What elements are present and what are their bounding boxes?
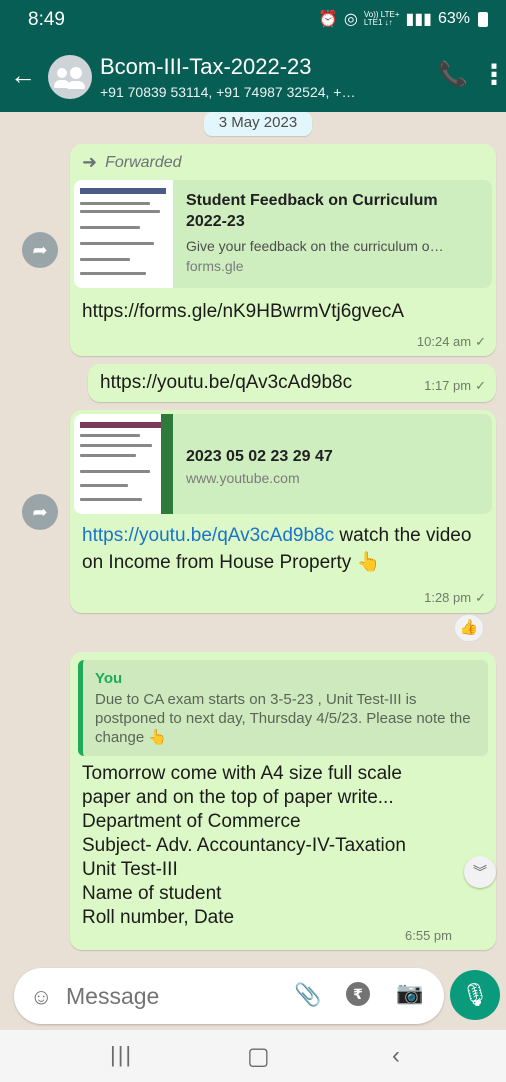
sent-check-icon: ✓ <box>475 334 486 349</box>
message-link[interactable]: https://youtu.be/qAv3cAd9b8c <box>100 369 352 396</box>
message-bubble[interactable]: https://youtu.be/qAv3cAd9b8c 1:17 pm ✓ <box>88 364 496 402</box>
message-line: Subject- Adv. Accountancy-IV-Taxation <box>82 835 406 856</box>
preview-thumbnail <box>74 414 174 514</box>
message-time: 6:55 pm <box>405 928 452 943</box>
forward-button[interactable]: ➦ <box>22 494 58 530</box>
status-bar: 8:49 ⏰ ◎ Vo)) LTE+ LTE1 ↓↑ ▮▮▮ 63% <box>0 0 506 40</box>
camera-icon[interactable]: 📷 <box>396 980 423 1006</box>
hotspot-icon: ◎ <box>343 11 358 28</box>
link-preview[interactable]: 2023 05 02 23 29 47 www.youtube.com <box>74 414 492 514</box>
message-line: Roll number, Date <box>82 907 235 928</box>
network-label: Vo)) LTE+ LTE1 ↓↑ <box>363 10 400 27</box>
message-time: 1:17 pm ✓ <box>424 378 486 393</box>
preview-domain: www.youtube.com <box>186 470 300 486</box>
preview-description: Give your feedback on the curriculum o… <box>186 238 444 254</box>
more-options-icon[interactable]: ⋮ <box>480 58 506 91</box>
message-line: Unit Test-III <box>82 859 178 880</box>
back-button[interactable]: ‹ <box>392 1042 400 1070</box>
message-input[interactable] <box>66 978 276 1014</box>
preview-domain: forms.gle <box>186 258 244 274</box>
message-text: Tomorrow come with A4 size full scale pa… <box>82 762 482 930</box>
forwarded-label: ➜ Forwarded <box>82 152 182 172</box>
message-bubble[interactable]: 2023 05 02 23 29 47 www.youtube.com http… <box>70 410 496 613</box>
home-button[interactable]: ▢ <box>247 1042 270 1071</box>
preview-thumbnail <box>74 180 174 288</box>
chat-title[interactable]: Bcom-III-Tax-2022-23 <box>100 54 312 80</box>
emoji-icon[interactable]: ☺ <box>30 984 52 1010</box>
preview-title: Student Feedback on Curriculum 2022-23 <box>186 192 438 230</box>
status-icons: ⏰ ◎ Vo)) LTE+ LTE1 ↓↑ ▮▮▮ 63% <box>318 9 488 29</box>
message-text: https://youtu.be/qAv3cAd9b8c watch the v… <box>82 525 472 573</box>
preview-title: 2023 05 02 23 29 47 <box>186 448 333 465</box>
sent-check-icon: ✓ <box>475 378 486 393</box>
message-composer: ☺ 📎 ₹ 📷 <box>14 968 444 1024</box>
message-line: Tomorrow come with A4 size full scale <box>82 763 402 784</box>
microphone-icon: 🎙 <box>461 982 489 1007</box>
message-time: 10:24 am ✓ <box>416 334 486 349</box>
recent-apps-button[interactable]: ||| <box>110 1042 133 1068</box>
forwarded-arrow-icon: ➜ <box>82 152 98 172</box>
message-bubble[interactable]: ➜ Forwarded Student Feedback on Curricul… <box>70 144 496 356</box>
alarm-icon: ⏰ <box>318 11 338 28</box>
quote-text: Due to CA exam starts on 3-5-23 , Unit T… <box>95 691 471 746</box>
message-time: 1:28 pm ✓ <box>424 590 486 605</box>
reaction-badge[interactable]: 👍 <box>454 614 484 642</box>
message-link[interactable]: https://forms.gle/nK9HBwrmVtj6gvecA <box>82 298 404 325</box>
battery-icon <box>478 11 488 27</box>
paperclip-icon[interactable]: 📎 <box>294 982 321 1008</box>
quote-author: You <box>95 670 123 687</box>
person-icon-head <box>57 68 67 78</box>
date-chip: 3 May 2023 <box>204 112 312 136</box>
battery-percent: 63% <box>437 10 470 27</box>
rupee-payment-icon[interactable]: ₹ <box>346 982 370 1006</box>
link-preview[interactable]: Student Feedback on Curriculum 2022-23 G… <box>74 180 492 288</box>
message-bubble[interactable]: You Due to CA exam starts on 3-5-23 , Un… <box>70 652 496 950</box>
chat-area[interactable]: 3 May 2023 ➦ ➜ Forwarded Student Feedbac… <box>0 112 506 964</box>
system-navigation-bar: ||| ▢ ‹ <box>0 1030 506 1082</box>
person-icon-head <box>70 67 82 79</box>
group-avatar[interactable] <box>48 55 92 99</box>
chat-participants[interactable]: +91 70839 53114, +91 74987 32524, +… <box>100 84 355 100</box>
message-line: paper and on the top of paper write... <box>82 787 394 808</box>
person-icon-body <box>67 81 85 89</box>
message-line: Name of student <box>82 883 222 904</box>
quoted-message[interactable]: You Due to CA exam starts on 3-5-23 , Un… <box>78 660 488 756</box>
signal-icon: ▮▮▮ <box>405 11 432 28</box>
add-call-icon[interactable]: 📞 <box>438 60 468 89</box>
sent-check-icon: ✓ <box>475 590 486 605</box>
message-line: Department of Commerce <box>82 811 301 832</box>
status-time: 8:49 <box>28 9 65 30</box>
scroll-down-button[interactable]: ︾ <box>464 856 496 888</box>
mic-button[interactable]: 🎙 <box>450 970 500 1020</box>
double-chevron-down-icon: ︾ <box>473 864 487 880</box>
forward-button[interactable]: ➦ <box>22 232 58 268</box>
message-link[interactable]: https://youtu.be/qAv3cAd9b8c <box>82 525 334 546</box>
back-arrow-icon[interactable]: ← <box>10 62 36 88</box>
chat-header: ← Bcom-III-Tax-2022-23 +91 70839 53114, … <box>0 40 506 112</box>
